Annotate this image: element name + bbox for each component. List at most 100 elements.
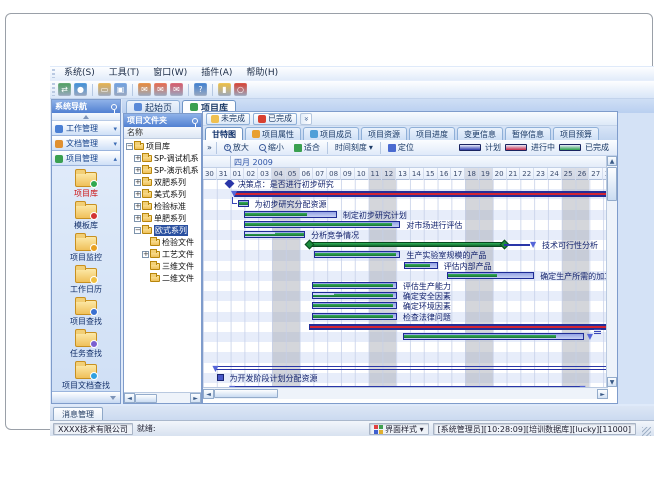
tree-node-11[interactable]: 二维文件 [124,272,201,284]
sidebar-item-4[interactable]: 项目查找 [53,297,119,327]
tree-node-5[interactable]: +检验标准 [124,200,201,212]
menu-item-1[interactable]: 工具(T) [103,67,146,80]
timescale-dropdown[interactable]: 时间刻度▾ [332,141,376,154]
menu-item-2[interactable]: 窗口(W) [147,67,193,80]
tree-node-1[interactable]: +SP-调试机系 [124,152,201,164]
gantt-tab-0[interactable]: 甘特图 [205,127,243,140]
gantt-tab-7[interactable]: 项目预算 [553,127,599,140]
zoom-in-button[interactable]: +放大 [221,141,252,154]
task-bar[interactable] [447,272,534,279]
tree-node-7[interactable]: −欧式系列 [124,224,201,236]
task-bar[interactable] [244,211,336,218]
scroll-thumb[interactable] [607,167,617,201]
zoom-out-button[interactable]: -缩小 [256,141,287,154]
expander-plus-icon[interactable]: + [142,251,149,258]
task-bar[interactable] [403,333,584,340]
milestone-diamond[interactable] [224,180,234,188]
tree-node-8[interactable]: 检验文件 [124,236,201,248]
scroll-thumb[interactable] [135,394,157,403]
resize-grip[interactable] [642,427,651,436]
task-bar[interactable] [312,282,397,289]
sidebar-group-1[interactable]: 文档管理▾ [52,136,120,151]
gantt-tab-1[interactable]: 项目属性 [245,127,301,140]
task-bar[interactable] [314,251,400,258]
connect-icon[interactable]: ⇄ [58,83,71,96]
lock-icon[interactable]: ▮ [218,83,231,96]
scroll-left-icon[interactable]: ◄ [124,393,135,403]
message-management-tab[interactable]: 消息管理 [53,407,103,420]
menu-item-3[interactable]: 插件(A) [195,67,238,80]
task-bar[interactable] [244,221,400,228]
expander-plus-icon[interactable]: + [134,155,141,162]
gantt-tab-3[interactable]: 项目资源 [361,127,407,140]
sidebar-item-0[interactable]: 项目库 [53,169,119,199]
report-icon-3[interactable]: ✉ [170,83,183,96]
sidebar-item-5[interactable]: 任务查找 [53,329,119,359]
menu-item-0[interactable]: 系统(S) [58,67,101,80]
gantt-vscrollbar[interactable]: ▲ ▼ [606,156,617,387]
summary-bar[interactable] [234,191,617,197]
tree-node-0[interactable]: −项目库 [124,140,201,152]
gantt-tab-4[interactable]: 项目进度 [409,127,455,140]
window-icon[interactable]: ▣ [114,83,127,96]
menu-item-4[interactable]: 帮助(H) [240,67,284,80]
tree-node-3[interactable]: +双肥系列 [124,176,201,188]
task-bar[interactable] [312,313,397,320]
globe-icon[interactable]: ● [74,83,87,96]
tree-hscrollbar[interactable]: ◄ ► [124,392,201,403]
tree-node-2[interactable]: +SP-演示机系 [124,164,201,176]
summary-bar[interactable] [309,324,615,330]
scroll-right-icon[interactable]: ► [597,389,608,399]
phase-summary-bar[interactable] [309,242,504,247]
sidebar-item-3[interactable]: 工作日历 [53,265,119,295]
gantt-tab-2[interactable]: 项目成员 [303,127,359,140]
locate-button[interactable]: 定位 [385,141,417,154]
sidebar-item-2[interactable]: 项目监控 [53,233,119,263]
expander-minus-icon[interactable]: − [134,227,141,234]
scroll-left-icon[interactable]: ◄ [203,389,214,399]
expander-plus-icon[interactable]: + [134,179,141,186]
tree-node-6[interactable]: +单肥系列 [124,212,201,224]
tree-column-header[interactable]: 名称 [124,127,201,139]
scroll-down-icon[interactable]: ▼ [607,377,617,387]
pin-icon[interactable] [192,118,198,124]
tree-node-9[interactable]: +工艺文件 [124,248,201,260]
sidebar-group-0[interactable]: 工作管理▾ [52,121,120,136]
tree-node-10[interactable]: 三维文件 [124,260,201,272]
sidebar-bottom-strip[interactable] [52,391,120,403]
ui-style-dropdown[interactable]: 界面样式 ▾ [369,423,429,435]
fit-button[interactable]: 适合 [291,141,323,154]
expander-plus-icon[interactable]: + [134,191,141,198]
collapse-chevron-icon[interactable]: » [300,113,312,125]
task-bar[interactable] [312,302,397,309]
doc-tab-start-page[interactable]: 起始页 [126,100,180,113]
expander-plus-icon[interactable]: + [134,215,141,222]
expander-minus-icon[interactable]: − [126,143,133,150]
scroll-up-icon[interactable]: ▲ [607,156,617,166]
gantt-tab-6[interactable]: 暂停信息 [505,127,551,140]
task-bar[interactable] [404,262,437,269]
task-bar[interactable] [244,231,305,238]
gantt-hscrollbar[interactable]: ◄ ► [203,387,608,399]
scroll-thumb[interactable] [214,389,278,398]
exit-icon[interactable]: ○ [234,83,247,96]
sidebar-scroll-up[interactable] [52,113,120,121]
task-bar[interactable] [312,292,397,299]
tree-node-4[interactable]: +美式系列 [124,188,201,200]
gantt-tab-5[interactable]: 变更信息 [457,127,503,140]
task-bar[interactable] [238,200,249,207]
filter-button-1[interactable]: 已完成 [253,113,297,125]
task-square-marker[interactable] [217,374,224,381]
sidebar-group-2[interactable]: 项目管理▴ [52,151,120,166]
sidebar-item-1[interactable]: 模板库 [53,201,119,231]
report-icon-1[interactable]: ✉ [138,83,151,96]
filter-button-0[interactable]: 未完成 [206,113,250,125]
report-icon-2[interactable]: ✉ [154,83,167,96]
open-folder-icon[interactable]: ▭ [98,83,111,96]
sidebar-item-6[interactable]: 项目文档查找 [53,361,119,391]
help-icon[interactable]: ? [194,83,207,96]
expander-plus-icon[interactable]: + [134,167,141,174]
gantt-chart-area[interactable]: 决策点：是否进行初步研究▼为初步研究分配资源制定初步研究计划对市场进行评估分析竞… [203,180,617,389]
toolbar-overflow-icon[interactable]: » [207,143,212,152]
expander-plus-icon[interactable]: + [134,203,141,210]
